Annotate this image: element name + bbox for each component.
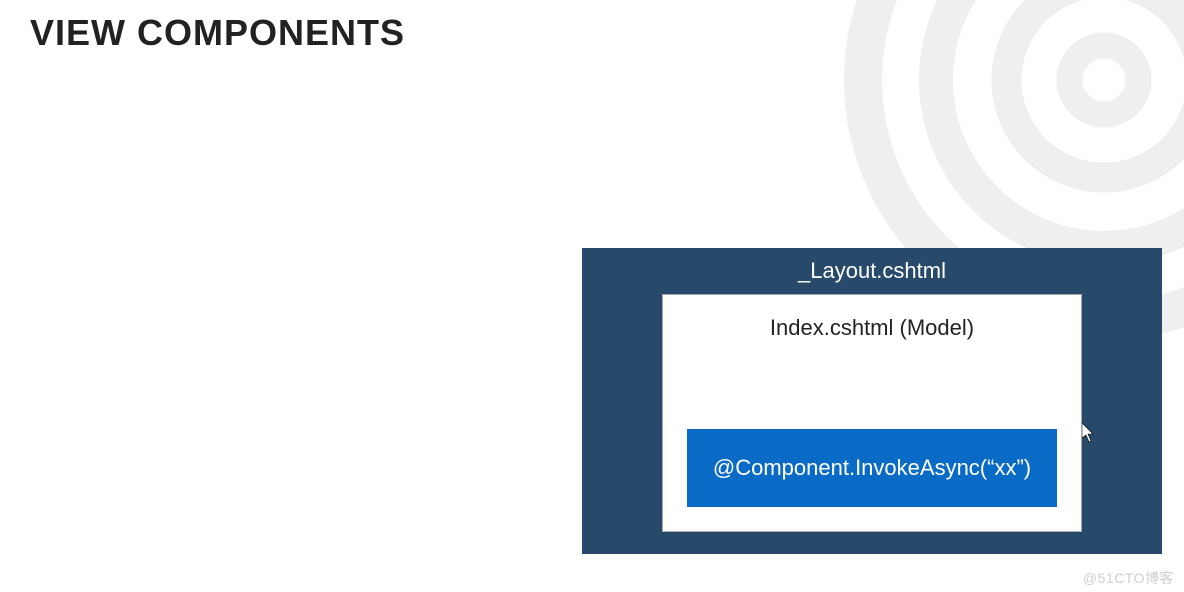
arc-decoration bbox=[919, 0, 1184, 265]
component-invoke-box: @Component.InvokeAsync(“xx”) bbox=[687, 429, 1057, 507]
arc-decoration bbox=[1057, 33, 1152, 128]
arc-decoration bbox=[992, 0, 1184, 193]
component-invoke-label: @Component.InvokeAsync(“xx”) bbox=[713, 455, 1031, 481]
mouse-cursor-icon bbox=[1082, 423, 1096, 443]
slide-title: VIEW COMPONENTS bbox=[30, 12, 405, 54]
layout-container-box: _Layout.cshtml Index.cshtml (Model) @Com… bbox=[582, 248, 1162, 554]
watermark-text: @51CTO博客 bbox=[1083, 568, 1174, 588]
layout-file-label: _Layout.cshtml bbox=[798, 258, 946, 284]
index-model-label: Index.cshtml (Model) bbox=[770, 315, 974, 341]
view-model-box: Index.cshtml (Model) @Component.InvokeAs… bbox=[662, 294, 1082, 532]
